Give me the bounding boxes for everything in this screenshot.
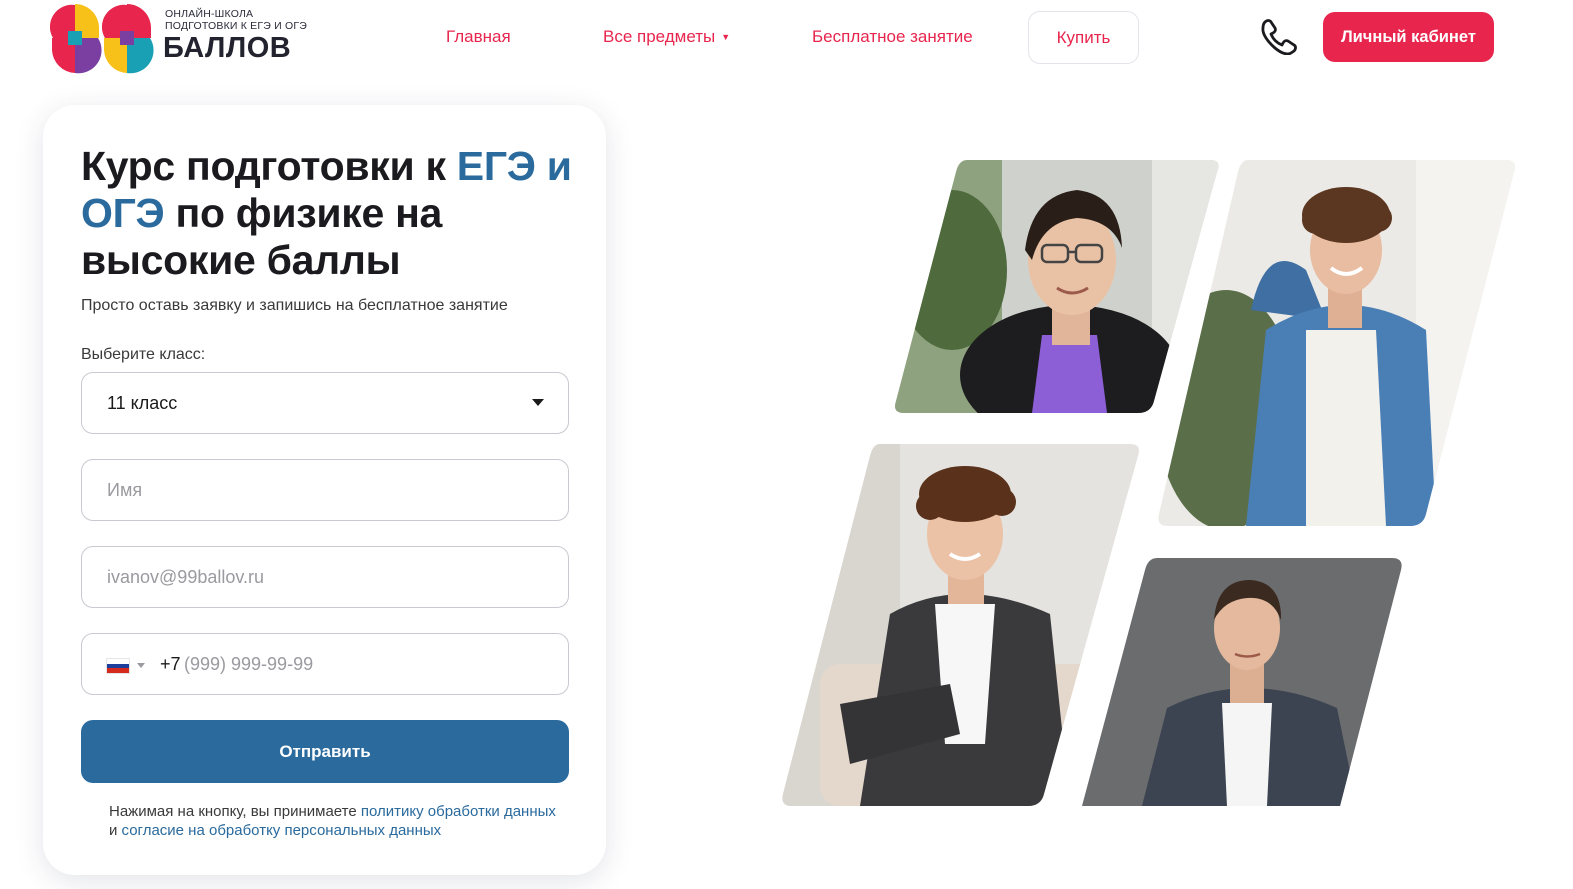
submit-button[interactable]: Отправить bbox=[81, 720, 569, 783]
site-header: Онлайн-школа подготовки к ЕГЭ и ОГЭ БАЛЛ… bbox=[0, 0, 1573, 80]
buy-button[interactable]: Купить bbox=[1028, 11, 1139, 64]
consent-text: Нажимая на кнопку, вы принимаете политик… bbox=[109, 802, 559, 840]
title-part1: Курс подготовки к bbox=[81, 143, 457, 189]
nav-home-link[interactable]: Главная bbox=[446, 27, 511, 47]
logo-subtitle-line1: Онлайн-школа bbox=[165, 8, 254, 20]
phone-icon[interactable] bbox=[1257, 17, 1299, 55]
phone-country-code: +7 bbox=[160, 654, 181, 674]
privacy-policy-link[interactable]: политику обработки данных bbox=[361, 803, 556, 820]
title-accent-ege: ЕГЭ bbox=[456, 143, 536, 189]
personal-data-consent-link[interactable]: согласие на обработку персональных данны… bbox=[122, 822, 442, 839]
chevron-down-icon bbox=[532, 399, 544, 406]
class-select-label: Выберите класс: bbox=[81, 346, 206, 363]
email-field-wrapper bbox=[81, 546, 569, 608]
logo[interactable]: Онлайн-школа подготовки к ЕГЭ и ОГЭ БАЛЛ… bbox=[50, 0, 320, 78]
logo-subtitle: Онлайн-школа подготовки к ЕГЭ и ОГЭ bbox=[165, 8, 335, 32]
personal-cabinet-button[interactable]: Личный кабинет bbox=[1323, 12, 1494, 62]
nav-free-lesson-link[interactable]: Бесплатное занятие bbox=[812, 27, 973, 47]
page-title: Курс подготовки к ЕГЭ и ОГЭ по физике на… bbox=[81, 143, 586, 284]
consent-text-part2: и bbox=[109, 822, 122, 839]
class-select[interactable]: 11 класс bbox=[81, 372, 569, 434]
phone-input[interactable] bbox=[184, 634, 564, 694]
phone-field-wrapper: +7 bbox=[81, 633, 569, 695]
logo-mark-icon bbox=[50, 4, 154, 74]
form-subtitle: Просто оставь заявку и запишись на беспл… bbox=[81, 297, 508, 314]
signup-form-card: Курс подготовки к ЕГЭ и ОГЭ по физике на… bbox=[43, 105, 606, 875]
name-field-wrapper bbox=[81, 459, 569, 521]
logo-wordmark: БАЛЛОВ bbox=[163, 32, 292, 64]
teacher-photo-4 bbox=[1082, 558, 1404, 806]
title-part2: и bbox=[535, 143, 572, 189]
name-input[interactable] bbox=[82, 460, 568, 520]
russia-flag-icon[interactable] bbox=[106, 658, 130, 674]
email-input[interactable] bbox=[82, 547, 568, 607]
nav-subjects-link[interactable]: Все предметы ▼ bbox=[603, 27, 730, 47]
class-select-value: 11 класс bbox=[107, 393, 178, 413]
title-accent-oge: ОГЭ bbox=[81, 190, 165, 236]
country-caret-icon[interactable] bbox=[137, 663, 145, 668]
consent-text-part1: Нажимая на кнопку, вы принимаете bbox=[109, 803, 361, 820]
logo-subtitle-line2: подготовки к ЕГЭ и ОГЭ bbox=[165, 20, 308, 32]
caret-down-icon: ▼ bbox=[721, 32, 731, 42]
teacher-photo-2 bbox=[1156, 160, 1518, 526]
nav-subjects-label: Все предметы bbox=[603, 27, 716, 46]
